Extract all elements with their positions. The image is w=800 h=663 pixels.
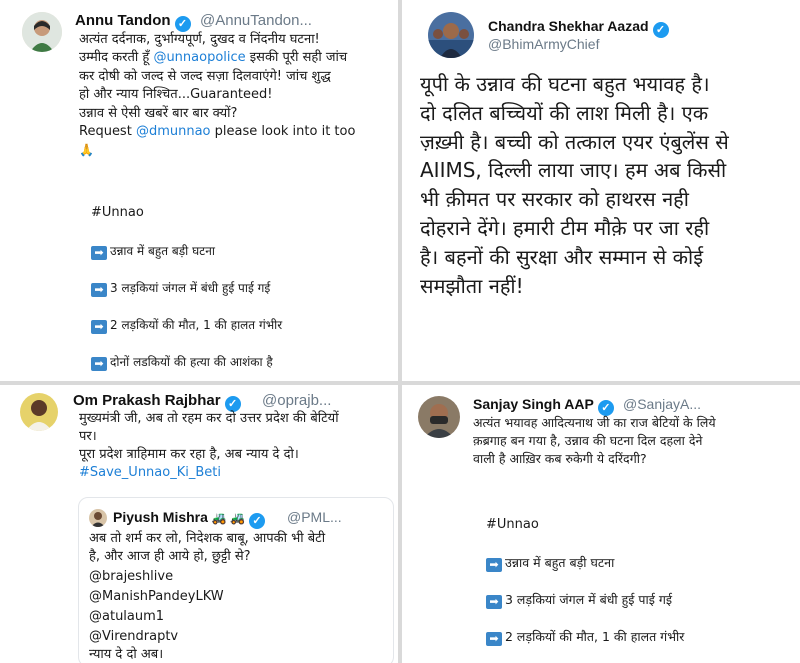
tweet-line: अत्यंत भयावह आदित्यनाथ जी का राज बेटियों… [473,415,716,430]
tweet-text: इसकी पूरी सही जांच [245,50,348,66]
tweet-body: अत्यंत दर्दनाक, दुर्भाग्यपूर्ण, दुखद व न… [79,31,355,160]
hashtag-unnao[interactable]: #Unnao [91,205,144,220]
tweet-line: पूरा प्रदेश त्राहिमाम कर रहा है, अब न्या… [79,447,299,462]
avatar-image [428,12,474,58]
tweet-body: अत्यंत भयावह आदित्यनाथ जी का राज बेटियों… [473,414,716,468]
tweet-line: पर। [79,429,97,444]
tweet-line: Request @dmunnao please look into it too [79,123,355,141]
author-name[interactable]: Sanjay Singh AAP ✓ [473,396,614,416]
right-arrow-icon: ➡ [91,320,107,334]
quoted-tweet[interactable]: Piyush Mishra 🚜 🚜 ✓ @PML... अब तो शर्म कर… [78,497,394,663]
author-name[interactable]: Annu Tandon ✓ [75,12,191,32]
mention-link[interactable]: @dmunnao [136,124,211,139]
tweet-body: मुख्यमंत्री जी, अब तो रहम कर दो उत्तर प्… [79,410,339,482]
avatar[interactable] [418,396,460,438]
avatar-image [20,393,58,431]
author-name[interactable]: Om Prakash Rajbhar ✓ [73,392,241,412]
tweet-line: है, और आज ही आये हो, छुट्टी से? [89,549,251,564]
right-arrow-icon: ➡ [486,632,502,646]
folded-hands-emoji: 🙏 [79,143,94,158]
tweet-sanjay-singh: Sanjay Singh AAP ✓ @SanjayA... अत्यंत भया… [402,385,800,663]
mention: @brajeshlive [89,569,174,584]
tweet-line: मुख्यमंत्री जी, अब तो रहम कर दो उत्तर प्… [79,411,339,426]
tweet-line: दोहराने देंगे। हमारी टीम मौक़े पर जा रही [420,215,710,240]
tweet-line: ज़ख़्मी है। बच्ची को तत्काल एयर एंबुलेंस… [420,129,729,154]
tweet-line: भी क़ीमत पर सरकार को हाथरस नही [420,187,689,212]
right-arrow-icon: ➡ [486,558,502,572]
author-handle[interactable]: @AnnuTandon... [200,12,312,29]
mention: @ManishPandeyLKW [89,589,224,604]
tweet-text: उम्मीद करती हूँ [79,50,154,66]
tweet-text: please look into it too [210,124,356,140]
right-arrow-icon: ➡ [91,357,107,371]
hashtag-save-unnao[interactable]: #Save_Unnao_Ki_Beti [79,464,339,482]
tweet-line: अब तो शर्म कर लो, निदेशक बाबू, आपकी भी ब… [89,531,326,546]
bullet-list: ➡ उन्नाव में बहुत बड़ी घटना ➡ 3 लड़कियां ज… [486,554,684,646]
tweet-line: वाली है आख़िर कब रुकेगी ये दरिंदगी? [473,451,647,466]
tweet-line: क़ब्रगाह बन गया है, उन्नाव की घटना दिल द… [473,433,703,448]
bullet-list: ➡ उन्नाव में बहुत बड़ी घटना ➡ 3 लड़कियां ज… [91,242,282,371]
tweet-line: अत्यंत दर्दनाक, दुर्भाग्यपूर्ण, दुखद व न… [79,32,320,47]
list-item: ➡ 3 लड़कियां जंगल में बंधी हुई पाई गई [91,279,282,297]
avatar-image [22,12,62,52]
tractor-emoji-icons: 🚜 🚜 [211,511,246,525]
tweet-text: Request [79,124,136,140]
tweet-line: न्याय दे दो अब। [89,647,164,662]
avatar[interactable] [22,12,62,52]
tweet-line: समझौता नहीं! [420,273,524,298]
hashtag-unnao[interactable]: #Unnao [486,517,539,532]
list-item: ➡ उन्नाव में बहुत बड़ी घटना [91,242,282,260]
list-item: ➡ उन्नाव में बहुत बड़ी घटना [486,554,684,572]
tweet-line: हो और न्याय निश्चित...Guaranteed! [79,87,273,103]
tweet-line: कर दोषी को जल्द से जल्द सज़ा दिलवाएंगे! … [79,68,331,84]
mention-link[interactable]: @unnaopolice [153,50,245,65]
tweet-line: उन्नाव से ऐसी खबरें बार बार क्यों? [79,105,238,121]
verified-badge-icon: ✓ [249,513,266,529]
quoted-tweet-body: अब तो शर्म कर लो, निदेशक बाबू, आपकी भी ब… [89,530,325,663]
mention: @atulaum1 [89,609,165,624]
tweet-body: यूपी के उन्नाव की घटना बहुत भयावह है। दो… [420,70,729,300]
avatar [89,509,107,527]
author-name[interactable]: Chandra Shekhar Aazad ✓ [488,18,669,38]
mention: @Virendraptv [89,629,179,644]
tweet-annu-tandon: Annu Tandon ✓ @AnnuTandon... अत्यंत दर्दन… [0,0,398,381]
tweet-om-prakash-rajbhar: Om Prakash Rajbhar ✓ @oprajb... मुख्यमंत्… [0,385,398,663]
quoted-author-name: Piyush Mishra 🚜 🚜 ✓ [113,509,266,529]
author-handle[interactable]: @SanjayA... [623,396,701,412]
avatar-image [89,509,107,527]
avatar-image [418,396,460,438]
list-item: ➡ 3 लड़कियां जंगल में बंधी हुई पाई गई [486,591,684,609]
verified-badge-icon: ✓ [174,16,191,32]
tweet-line: दो दलित बच्चियों की लाश मिली है। एक [420,100,709,125]
verified-badge-icon: ✓ [652,22,669,38]
right-arrow-icon: ➡ [486,595,502,609]
tweet-chandra-shekhar-aazad: Chandra Shekhar Aazad ✓ @BhimArmyChief यू… [402,0,800,381]
tweet-line: यूपी के उन्नाव की घटना बहुत भयावह है। [420,72,710,96]
right-arrow-icon: ➡ [91,246,107,260]
avatar[interactable] [20,393,58,431]
right-arrow-icon: ➡ [91,283,107,297]
list-item: ➡ 2 लड़कियों की मौत, 1 की हालत गंभीर [91,316,282,334]
author-handle[interactable]: @oprajb... [262,392,331,409]
author-handle[interactable]: @BhimArmyChief [488,36,599,52]
tweet-line: है। बहनों की सुरक्षा और सम्मान से कोई [420,244,704,269]
quoted-author-handle: @PML... [287,509,342,525]
avatar[interactable] [428,12,474,58]
list-item: ➡ दोनों लडकियों की हत्या की आशंका है [91,353,282,371]
list-item: ➡ 2 लड़कियों की मौत, 1 की हालत गंभीर [486,628,684,646]
tweet-line: AIIMS, दिल्ली लाया जाए। हम अब किसी [420,158,727,183]
tweet-line: उम्मीद करती हूँ @unnaopolice इसकी पूरी स… [79,49,355,67]
